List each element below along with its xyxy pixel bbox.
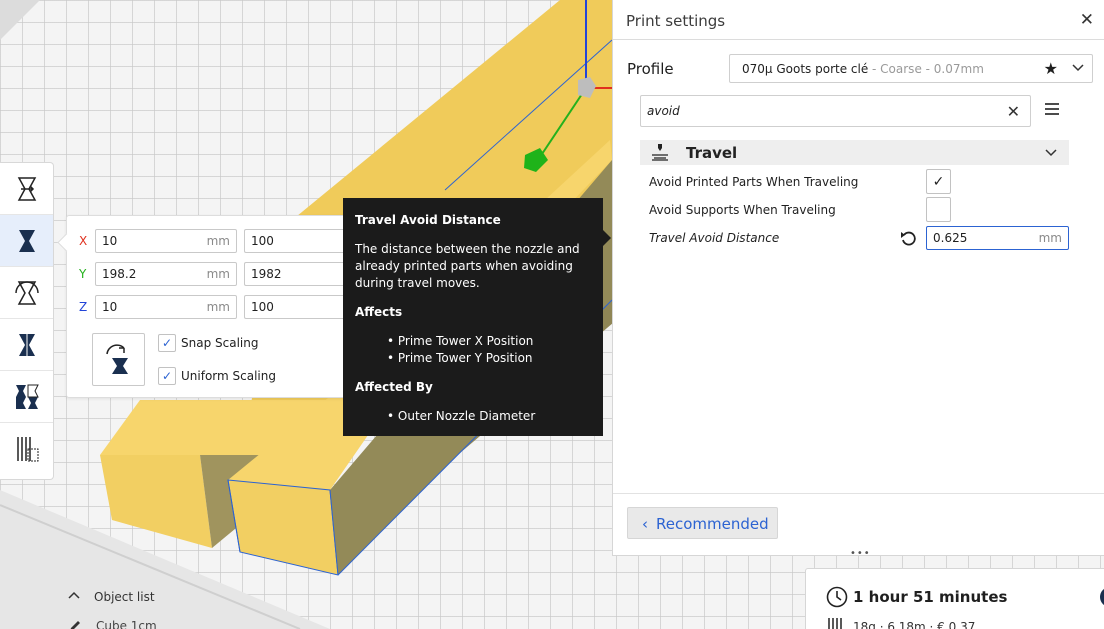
object-list-item[interactable]: Cube 1cm: [96, 619, 157, 629]
settings-menu-icon[interactable]: [1045, 103, 1059, 115]
print-time: 1 hour 51 minutes: [853, 588, 1008, 606]
avoid-supports-checkbox[interactable]: [926, 197, 951, 222]
chevron-down-icon: [1072, 64, 1084, 72]
travel-icon: [652, 144, 668, 161]
info-icon[interactable]: [1099, 586, 1104, 608]
x-size-value: 10: [102, 234, 118, 248]
scale-tool-panel: X 10 mm 100 Y 198.2 mm 1982 Z 10 mm 100 …: [66, 215, 356, 398]
per-model-settings-icon: [15, 384, 39, 409]
search-value: avoid: [647, 104, 680, 118]
z-size-value: 10: [102, 300, 118, 314]
print-settings-header: Print settings ✕: [613, 0, 1104, 40]
y-percent-value: 1982: [251, 267, 282, 281]
rotate-tool-button[interactable]: [0, 267, 53, 319]
profile-detail: - Coarse - 0.07mm: [868, 62, 984, 76]
x-axis-label: X: [79, 234, 88, 248]
object-list-label[interactable]: Object list: [94, 590, 155, 604]
avoid-supports-label: Avoid Supports When Traveling: [649, 203, 836, 217]
panel-resize-handle[interactable]: •••: [850, 548, 871, 559]
tooltip-description: The distance between the nozzle and alre…: [355, 242, 580, 290]
footer-divider: [613, 493, 1104, 494]
tooltip-title: Travel Avoid Distance: [355, 213, 501, 227]
x-percent-value: 100: [251, 234, 274, 248]
profile-name: 070µ Goots porte clé: [742, 62, 869, 76]
chevron-up-icon[interactable]: [68, 591, 80, 599]
avoid-printed-parts-label: Avoid Printed Parts When Traveling: [649, 175, 859, 189]
star-icon[interactable]: ★: [1044, 59, 1058, 78]
print-settings-panel: Print settings ✕ Profile 070µ Goots port…: [612, 0, 1104, 556]
tooltip-affected-by-heading: Affected By: [355, 380, 433, 394]
z-percent-field[interactable]: 100: [244, 295, 349, 319]
travel-avoid-distance-input[interactable]: 0.625 mm: [926, 226, 1069, 250]
spool-icon: [828, 618, 842, 629]
uniform-scaling-checkbox[interactable]: ✓: [158, 367, 176, 385]
support-blocker-icon: [16, 437, 38, 462]
per-model-settings-button[interactable]: [0, 371, 53, 423]
chevron-down-icon: [1045, 149, 1057, 157]
close-icon[interactable]: ✕: [1080, 10, 1094, 30]
avoid-printed-parts-checkbox[interactable]: ✓: [926, 169, 951, 194]
profile-dropdown[interactable]: 070µ Goots porte clé - Coarse - 0.07mm ★: [729, 54, 1093, 83]
snap-scaling-label: Snap Scaling: [181, 336, 259, 350]
reset-icon[interactable]: [900, 230, 916, 246]
profile-label: Profile: [627, 60, 674, 78]
travel-avoid-distance-value: 0.625: [933, 231, 968, 245]
recommended-button[interactable]: ‹ Recommended: [627, 507, 778, 539]
tooltip-affected-by-item: • Outer Nozzle Diameter: [387, 409, 536, 423]
lay-flat-button[interactable]: [92, 333, 145, 386]
clock-icon: [826, 586, 848, 608]
clear-search-icon[interactable]: ✕: [1007, 102, 1020, 121]
z-size-field[interactable]: 10 mm: [95, 295, 237, 319]
pencil-icon: [70, 621, 80, 629]
travel-category-header[interactable]: Travel: [640, 140, 1069, 165]
travel-avoid-distance-unit: mm: [1038, 231, 1062, 245]
x-percent-field[interactable]: 100: [244, 229, 349, 253]
object-list-panel: Object list Cube 1cm: [60, 585, 360, 629]
mirror-icon: [18, 331, 35, 358]
setting-tooltip: Travel Avoid Distance The distance betwe…: [343, 198, 611, 436]
y-axis-label: Y: [79, 267, 87, 281]
z-size-unit: mm: [206, 300, 230, 314]
travel-avoid-distance-label: Travel Avoid Distance: [649, 231, 780, 245]
move-icon: [17, 176, 36, 201]
y-size-unit: mm: [206, 267, 230, 281]
scale-tool-button[interactable]: [0, 215, 53, 267]
uniform-scaling-label: Uniform Scaling: [181, 369, 276, 383]
x-size-field[interactable]: 10 mm: [95, 229, 237, 253]
check-icon: ✓: [161, 369, 173, 383]
print-estimate-panel: 1 hour 51 minutes 18g · 6.18m · € 0.37: [805, 568, 1104, 629]
travel-category-label: Travel: [686, 144, 738, 162]
z-percent-value: 100: [251, 300, 274, 314]
settings-search-input[interactable]: avoid ✕: [640, 95, 1031, 127]
y-size-field[interactable]: 198.2 mm: [95, 262, 237, 286]
z-axis-label: Z: [79, 300, 88, 314]
mirror-tool-button[interactable]: [0, 319, 53, 371]
check-icon: ✓: [161, 336, 173, 350]
rotate-icon: [14, 280, 39, 305]
tooltip-affects-item: • Prime Tower Y Position: [387, 351, 533, 365]
scale-icon: [18, 229, 35, 252]
support-blocker-button[interactable]: [0, 423, 53, 475]
check-icon: ✓: [932, 173, 945, 190]
y-size-value: 198.2: [102, 267, 137, 281]
material-estimate: 18g · 6.18m · € 0.37: [853, 620, 976, 629]
x-size-unit: mm: [206, 234, 230, 248]
chevron-left-icon: ‹: [642, 515, 648, 533]
snap-scaling-checkbox[interactable]: ✓: [158, 334, 176, 352]
recommended-label: Recommended: [656, 515, 769, 533]
tooltip-affects-heading: Affects: [355, 305, 403, 319]
tool-sidebar: [0, 162, 54, 480]
print-settings-title: Print settings: [626, 12, 726, 30]
lay-flat-icon: [105, 343, 128, 374]
move-tool-button[interactable]: [0, 163, 53, 215]
y-percent-field[interactable]: 1982: [244, 262, 349, 286]
tooltip-affects-item: • Prime Tower X Position: [387, 334, 534, 348]
